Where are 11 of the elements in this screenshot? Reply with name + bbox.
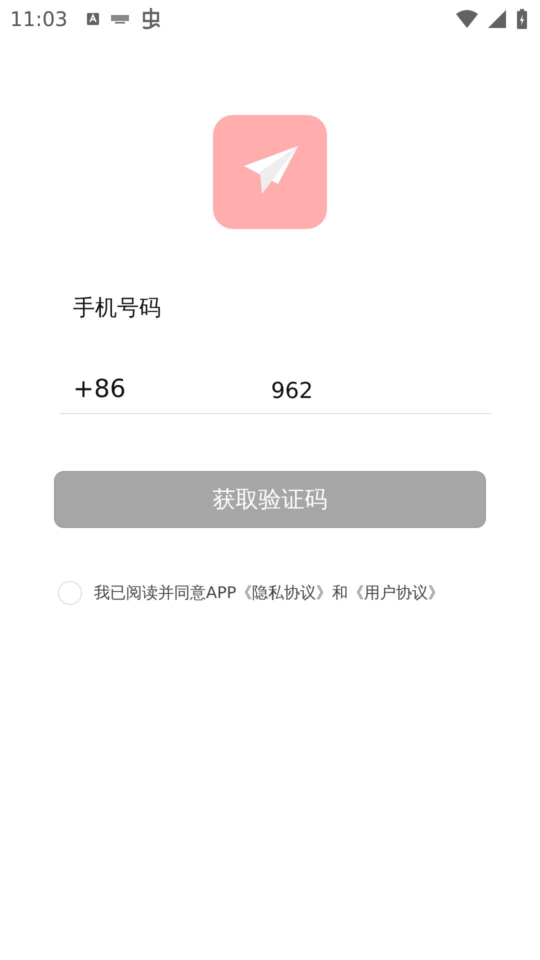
text-app-icon — [86, 12, 100, 26]
country-code[interactable]: +86 — [60, 374, 271, 402]
status-time: 11:03 — [10, 7, 68, 31]
signal-icon — [488, 10, 506, 28]
phone-field[interactable]: +86 962 — [60, 363, 491, 414]
wifi-icon — [456, 10, 478, 28]
keyboard-icon — [110, 14, 130, 24]
battery-icon — [516, 9, 528, 29]
agreement-text: 我已阅读并同意APP《隐私协议》和《用户协议》 — [94, 582, 444, 604]
agree-checkbox[interactable] — [58, 581, 82, 605]
phone-label: 手机号码 — [73, 295, 162, 323]
